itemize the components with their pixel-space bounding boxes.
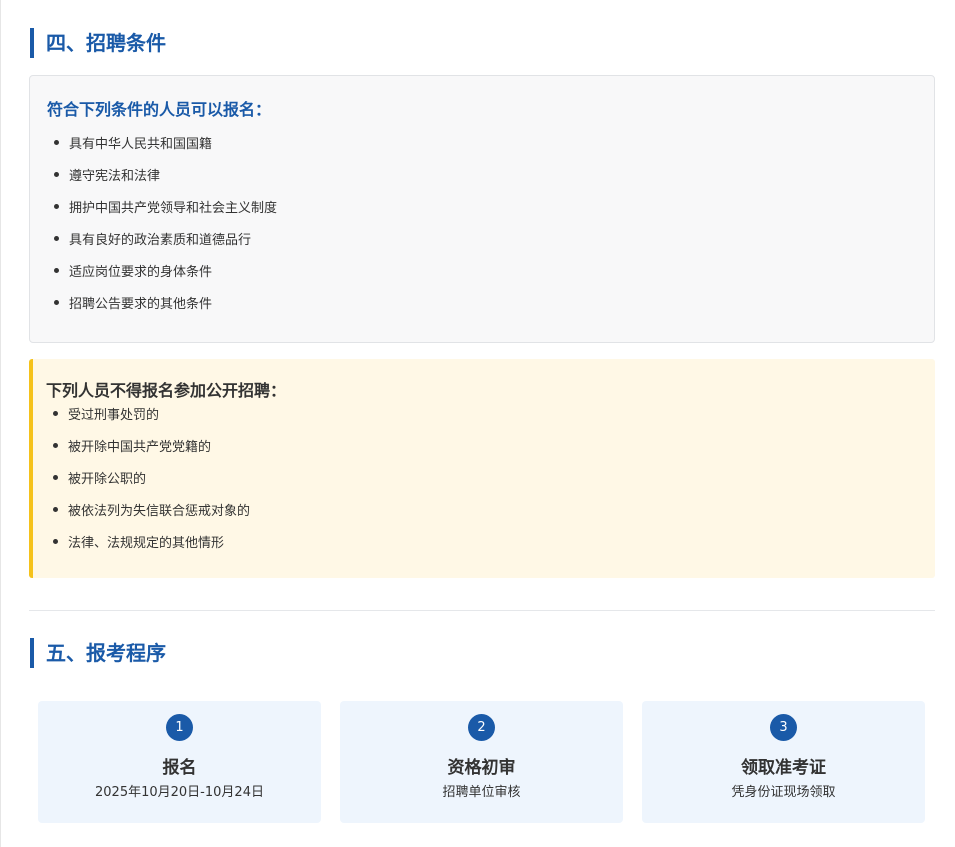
eligible-heading: 符合下列条件的人员可以报名： — [47, 100, 272, 119]
bullet-icon — [54, 172, 59, 177]
bullet-icon — [54, 300, 59, 305]
eligible-conditions-box: 符合下列条件的人员可以报名： 具有中华人民共和国国籍 遵守宪法和法律 拥护中国共… — [29, 75, 935, 343]
step-card-register: 1 报名 2025年10月20日-10月24日 — [38, 701, 321, 823]
step-card-qualification-review: 2 资格初审 招聘单位审核 — [340, 701, 623, 823]
step-title: 资格初审 — [447, 758, 516, 778]
bullet-icon — [54, 140, 59, 145]
step-number-badge: 1 — [166, 714, 193, 741]
bullet-icon — [53, 507, 58, 512]
step-description: 凭身份证现场领取 — [731, 785, 836, 800]
section-title-conditions: 四、招聘条件 — [30, 28, 166, 58]
step-number-badge: 3 — [770, 714, 797, 741]
bullet-icon — [53, 411, 58, 416]
bullet-icon — [53, 539, 58, 544]
page: 四、招聘条件 符合下列条件的人员可以报名： 具有中华人民共和国国籍 遵守宪法和法… — [0, 0, 955, 847]
excluded-conditions-box: 下列人员不得报名参加公开招聘： 受过刑事处罚的 被开除中国共产党党籍的 被开除公… — [29, 359, 935, 578]
bullet-icon — [54, 204, 59, 209]
section-title-procedure: 五、报考程序 — [30, 638, 166, 668]
bullet-icon — [54, 268, 59, 273]
bullet-icon — [54, 236, 59, 241]
section-divider — [29, 610, 935, 611]
excluded-heading: 下列人员不得报名参加公开招聘： — [46, 381, 287, 400]
step-card-admission-ticket: 3 领取准考证 凭身份证现场领取 — [642, 701, 925, 823]
step-description: 招聘单位审核 — [442, 785, 521, 800]
step-title: 报名 — [162, 758, 197, 778]
bullet-icon — [53, 443, 58, 448]
step-number-badge: 2 — [468, 714, 495, 741]
bullet-icon — [53, 475, 58, 480]
step-description: 2025年10月20日-10月24日 — [95, 785, 264, 800]
step-title: 领取准考证 — [741, 758, 826, 778]
